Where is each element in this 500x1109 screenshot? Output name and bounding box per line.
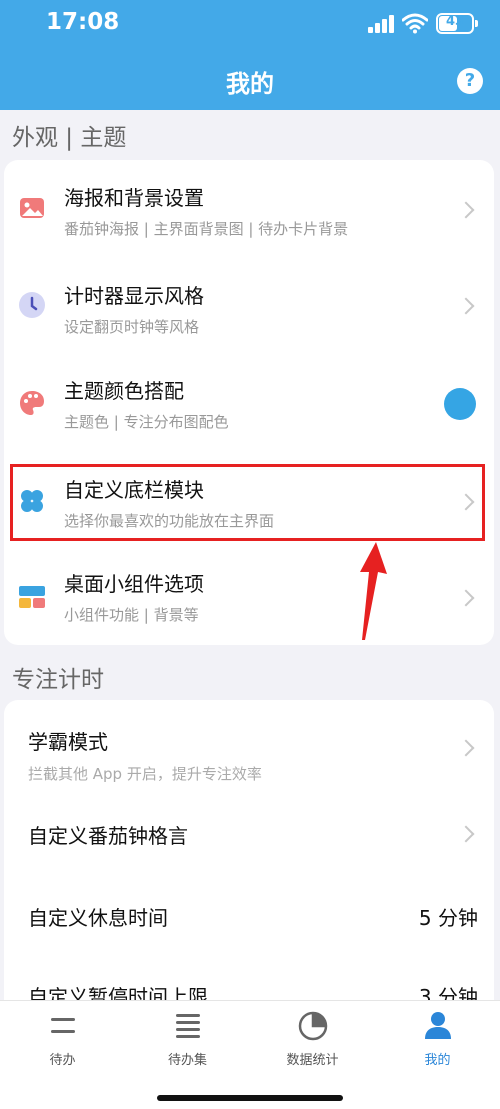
help-button[interactable]: ? <box>457 68 483 94</box>
battery-level: 43 <box>445 14 465 29</box>
nav-bar: 我的 ? <box>0 50 500 110</box>
tab-todo[interactable]: 待办 <box>0 1001 125 1081</box>
battery-icon: 43 <box>436 13 474 34</box>
section-title-appearance: 外观 | 主题 <box>12 125 127 151</box>
list-item-subtitle: 小组件功能 | 背景等 <box>64 606 199 624</box>
list-item-subtitle: 拦截其他 App 开启，提升专注效率 <box>28 765 262 783</box>
clock-icon <box>19 292 45 318</box>
list-item-subtitle: 设定翻页时钟等风格 <box>64 318 200 336</box>
list-item-study-mode[interactable]: 学霸模式 拦截其他 App 开启，提升专注效率 <box>4 700 494 792</box>
tab-statistics[interactable]: 数据统计 <box>250 1001 375 1081</box>
tab-profile[interactable]: 我的 <box>375 1001 500 1081</box>
highlight-box <box>10 464 485 541</box>
focus-card: 学霸模式 拦截其他 App 开启，提升专注效率 自定义番茄钟格言 自定义休息时间… <box>4 700 494 1030</box>
chevron-right-icon <box>457 201 475 219</box>
chevron-right-icon <box>457 589 475 607</box>
list-item-title: 学霸模式 <box>28 730 108 754</box>
todo-set-icon <box>176 1014 200 1038</box>
red-arrow-annotation <box>360 542 387 640</box>
status-bar: 17:08 43 <box>0 0 500 50</box>
palette-icon <box>20 391 44 415</box>
list-item-subtitle: 番茄钟海报 | 主界面背景图 | 待办卡片背景 <box>64 220 349 238</box>
list-item-poster-background[interactable]: 海报和背景设置 番茄钟海报 | 主界面背景图 | 待办卡片背景 <box>4 160 494 252</box>
tab-bar: 待办 待办集 数据统计 我的 <box>0 1000 500 1109</box>
home-indicator <box>157 1095 343 1101</box>
tab-label: 数据统计 <box>286 1053 339 1068</box>
tab-todo-set[interactable]: 待办集 <box>125 1001 250 1081</box>
todo-icon <box>51 1018 75 1033</box>
list-item-theme-color[interactable]: 主题颜色搭配 主题色 | 专注分布图配色 <box>4 348 494 444</box>
widget-icon <box>19 586 45 608</box>
status-time: 17:08 <box>46 9 120 35</box>
list-item-title: 计时器显示风格 <box>64 284 204 308</box>
list-item-title: 自定义休息时间 <box>28 906 168 930</box>
profile-icon <box>425 1012 451 1039</box>
tab-label: 我的 <box>424 1053 451 1068</box>
tab-label: 待办 <box>49 1053 76 1068</box>
pie-chart-icon <box>298 1011 328 1041</box>
appearance-card: 海报和背景设置 番茄钟海报 | 主界面背景图 | 待办卡片背景 计时器显示风格 … <box>4 160 494 645</box>
list-item-timer-style[interactable]: 计时器显示风格 设定翻页时钟等风格 <box>4 252 494 348</box>
list-item-rest-time[interactable]: 自定义休息时间 5 分钟 <box>4 878 494 956</box>
tab-label: 待办集 <box>167 1053 207 1068</box>
section-title-focus: 专注计时 <box>12 667 104 693</box>
image-icon <box>20 198 44 218</box>
chevron-right-icon <box>457 825 475 843</box>
rest-time-value: 5 分钟 <box>418 906 478 930</box>
list-item-title: 主题颜色搭配 <box>64 379 184 403</box>
chevron-right-icon <box>457 739 475 757</box>
list-item-title: 桌面小组件选项 <box>64 572 204 596</box>
chevron-right-icon <box>457 297 475 315</box>
page-title: 我的 <box>226 70 274 98</box>
list-item-subtitle: 主题色 | 专注分布图配色 <box>64 413 229 431</box>
list-item-custom-motto[interactable]: 自定义番茄钟格言 <box>4 792 494 878</box>
list-item-title: 海报和背景设置 <box>64 186 204 210</box>
list-item-title: 自定义番茄钟格言 <box>28 824 188 848</box>
wifi-icon <box>402 13 428 34</box>
list-item-desktop-widgets[interactable]: 桌面小组件选项 小组件功能 | 背景等 <box>4 540 494 645</box>
signal-icon <box>368 15 396 33</box>
theme-color-swatch[interactable] <box>444 388 476 420</box>
